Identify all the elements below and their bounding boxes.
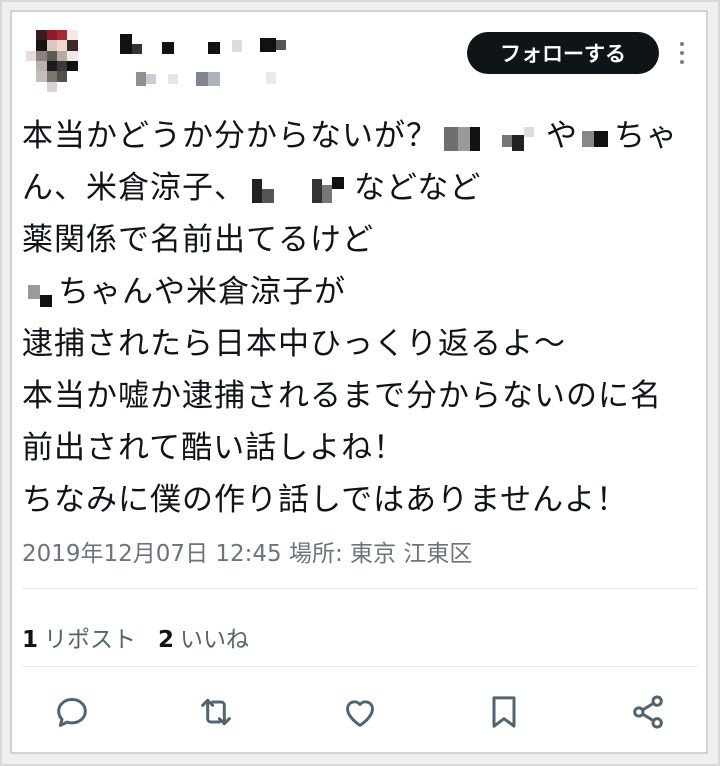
timestamp-location[interactable]: 2019年12月07日 12:45 場所: 東京 江東区 bbox=[22, 534, 472, 568]
repost-count-link[interactable]: 1 リポスト bbox=[22, 627, 136, 653]
more-icon[interactable] bbox=[678, 42, 686, 68]
text-segment: ん、米倉涼子、 bbox=[22, 170, 246, 206]
engagement-stats: 1 リポスト 2 いいね bbox=[22, 620, 249, 654]
text-line: 逮捕されたら日本中ひっくり返るよ～ bbox=[22, 318, 702, 370]
follow-button[interactable]: フォローする bbox=[467, 32, 659, 74]
text-line: 薬関係で名前出てるけど bbox=[22, 214, 702, 266]
text-segment: などなど bbox=[354, 170, 482, 206]
redacted-name bbox=[578, 123, 614, 153]
text-segment: 逮捕されたら日本中ひっくり返るよ～ bbox=[22, 326, 566, 362]
redacted-name bbox=[490, 123, 546, 153]
reply-icon[interactable] bbox=[52, 692, 92, 732]
text-segment: 前出されて酷い話しよね！ bbox=[22, 430, 406, 466]
text-segment: ちゃんや米倉涼子が bbox=[58, 274, 346, 310]
text-line: ちなみに僕の作り話しではありませんよ！ bbox=[22, 474, 702, 526]
share-icon[interactable] bbox=[628, 692, 668, 732]
redacted-name bbox=[246, 175, 354, 205]
tweet-text: 本当かどうか分からないが？ やちゃ ん、米倉涼子、 などなど 薬関係で名前出てるけど… bbox=[22, 110, 702, 526]
text-line: 本当か嘘か逮捕されるまで分からないのに名 bbox=[22, 370, 702, 422]
handle-redacted[interactable] bbox=[120, 70, 290, 88]
tweet-card: フォローする 本当かどうか分からないが？ やちゃ ん、米倉涼子、 などなど 薬関係で… bbox=[10, 10, 708, 754]
text-segment: や bbox=[546, 118, 578, 154]
text-line: 本当かどうか分からないが？ やちゃ bbox=[22, 110, 702, 162]
like-count-link[interactable]: 2 いいね bbox=[158, 627, 249, 653]
text-line: 前出されて酷い話しよね！ bbox=[22, 422, 702, 474]
text-segment: 本当か嘘か逮捕されるまで分からないのに名 bbox=[22, 378, 662, 414]
text-line: ちゃんや米倉涼子が bbox=[22, 266, 702, 318]
bookmark-icon[interactable] bbox=[484, 692, 524, 732]
text-segment: 薬関係で名前出てるけど bbox=[22, 222, 374, 258]
redacted-name bbox=[22, 279, 58, 309]
divider bbox=[22, 588, 698, 589]
text-segment: ちなみに僕の作り話しではありませんよ！ bbox=[22, 482, 629, 518]
divider bbox=[22, 666, 698, 667]
text-line: ん、米倉涼子、 などなど bbox=[22, 162, 702, 214]
heart-icon[interactable] bbox=[340, 692, 380, 732]
action-bar bbox=[12, 692, 706, 748]
avatar[interactable] bbox=[26, 30, 88, 92]
text-segment: ちゃ bbox=[614, 118, 678, 154]
display-name-redacted[interactable] bbox=[120, 34, 290, 54]
repost-icon[interactable] bbox=[196, 692, 236, 732]
text-segment: 本当かどうか分からないが？ bbox=[22, 118, 438, 154]
redacted-name bbox=[438, 123, 490, 153]
